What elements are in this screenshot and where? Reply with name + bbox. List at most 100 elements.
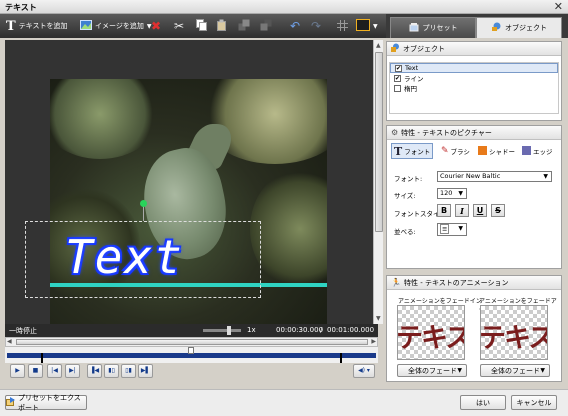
text-object[interactable]: Text bbox=[65, 230, 184, 284]
object-item-ellipse[interactable]: 楕円 bbox=[390, 83, 558, 93]
cancel-button[interactable]: キャンセル bbox=[511, 395, 557, 410]
next-frame-button[interactable]: ▶| bbox=[65, 364, 80, 378]
timeline-start-marker[interactable] bbox=[41, 353, 43, 363]
video-preview[interactable]: Text bbox=[5, 40, 373, 326]
copy-icon bbox=[196, 19, 207, 33]
zoom-slider-thumb[interactable] bbox=[227, 326, 231, 335]
chevron-down-icon[interactable]: ▼ bbox=[373, 23, 378, 30]
objects-panel-header: オブジェクト bbox=[387, 42, 561, 56]
window-title: テキスト bbox=[5, 3, 37, 12]
animation-panel-title: 特性 - テキストのアニメーション bbox=[403, 278, 509, 287]
preview-vertical-scrollbar[interactable]: ▲ ▼ bbox=[373, 40, 383, 324]
checkbox-checked[interactable]: ✔ bbox=[395, 64, 402, 72]
rotate-handle-line bbox=[143, 206, 144, 221]
time-separator: / bbox=[320, 326, 323, 334]
text-animation-panel: 🏃 特性 - テキストのアニメーション アニメーションをフェードイン アニメーシ… bbox=[386, 275, 562, 382]
animation-runner-icon: 🏃 bbox=[391, 278, 401, 287]
send-backward-button[interactable] bbox=[260, 18, 272, 34]
fade-out-select[interactable]: 全体のフェード ▼ bbox=[480, 364, 550, 377]
strikethrough-button[interactable]: S bbox=[491, 204, 505, 217]
background-color-button[interactable]: ▼ bbox=[356, 18, 378, 34]
close-icon[interactable]: ✕ bbox=[554, 0, 563, 13]
align-left-button[interactable]: ▮▯ bbox=[104, 364, 119, 378]
objects-list: ✔ Text ✔ ライン 楕円 bbox=[389, 62, 559, 114]
tab-preset[interactable]: プリセット bbox=[390, 17, 476, 38]
skip-forward-icon: ▶| bbox=[69, 367, 76, 374]
align-right-button[interactable]: ▯▮ bbox=[121, 364, 136, 378]
scrollbar-thumb[interactable] bbox=[16, 339, 368, 345]
objects-panel-title: オブジェクト bbox=[403, 44, 445, 53]
title-bar: テキスト ✕ bbox=[0, 0, 568, 14]
current-time: 00:00:30.000 bbox=[276, 326, 324, 334]
volume-button[interactable]: ◀) ▾ bbox=[353, 364, 375, 378]
undo-button[interactable]: ↶ bbox=[290, 18, 300, 34]
scroll-left-icon[interactable]: ◀ bbox=[7, 338, 12, 345]
subtab-shadow[interactable]: シャドー bbox=[476, 143, 517, 159]
fade-out-value: 全体のフェード bbox=[491, 366, 540, 375]
bold-button[interactable]: B bbox=[437, 204, 451, 217]
timeline-track[interactable] bbox=[5, 347, 378, 363]
subtab-edge[interactable]: エッジ bbox=[520, 143, 555, 159]
scroll-right-icon[interactable]: ▶ bbox=[371, 338, 376, 345]
image-icon bbox=[80, 20, 92, 32]
delete-button[interactable]: ✖ bbox=[151, 18, 161, 34]
object-item-label: Text bbox=[405, 64, 419, 72]
fade-out-preview-text: テキスト bbox=[480, 323, 547, 354]
add-text-button[interactable]: T テキストを追加 bbox=[6, 18, 67, 34]
cancel-label: キャンセル bbox=[516, 398, 552, 407]
font-select[interactable]: Courier New Baltic ▼ bbox=[437, 171, 552, 182]
text-properties-panel: ⚙ 特性 - テキストのピクチャー T フォント ✎ ブラシ シャドー エッジ … bbox=[386, 125, 562, 269]
previous-frame-button[interactable]: |◀ bbox=[47, 364, 62, 378]
stop-icon: ■ bbox=[32, 367, 39, 374]
underline-button[interactable]: U bbox=[473, 204, 487, 217]
stop-button[interactable]: ■ bbox=[28, 364, 43, 378]
fade-in-preview[interactable]: テキスト bbox=[397, 305, 465, 360]
scroll-down-icon[interactable]: ▼ bbox=[376, 315, 381, 322]
preview-horizontal-scrollbar[interactable]: ◀ ▶ bbox=[5, 337, 378, 347]
add-image-label: イメージを追加 bbox=[95, 22, 144, 30]
italic-button[interactable]: I bbox=[455, 204, 469, 217]
layer-down-icon bbox=[260, 19, 272, 33]
fade-in-select[interactable]: 全体のフェード ▼ bbox=[397, 364, 467, 377]
font-icon: T bbox=[394, 144, 403, 158]
copy-button[interactable] bbox=[196, 18, 207, 34]
rotate-handle[interactable] bbox=[140, 200, 147, 207]
grid-button[interactable] bbox=[337, 18, 348, 34]
object-item-label: ライン bbox=[404, 75, 424, 83]
object-item-line[interactable]: ✔ ライン bbox=[390, 73, 558, 83]
scroll-up-icon[interactable]: ▲ bbox=[376, 42, 381, 49]
tab-label: プリセット bbox=[422, 24, 458, 32]
play-button[interactable]: ▶ bbox=[10, 364, 25, 378]
set-start-button[interactable]: ▐◀ bbox=[87, 364, 102, 378]
checkbox-checked[interactable]: ✔ bbox=[394, 74, 401, 82]
brush-icon: ✎ bbox=[441, 146, 449, 156]
subtab-font[interactable]: T フォント bbox=[391, 143, 434, 159]
fade-out-preview[interactable]: テキスト bbox=[480, 305, 548, 360]
redo-button[interactable]: ↷ bbox=[311, 18, 321, 34]
tab-object[interactable]: オブジェクト bbox=[476, 17, 562, 38]
chevron-down-icon: ▼ bbox=[543, 173, 548, 180]
align-center-icon: ≡ bbox=[440, 224, 450, 234]
bring-forward-button[interactable] bbox=[238, 18, 250, 34]
objects-panel-icon bbox=[391, 43, 400, 54]
object-item-text[interactable]: ✔ Text bbox=[390, 63, 558, 73]
paste-button[interactable] bbox=[216, 18, 227, 34]
zoom-slider[interactable] bbox=[203, 326, 241, 335]
playhead[interactable] bbox=[188, 347, 194, 354]
timeline-end-marker[interactable] bbox=[340, 353, 342, 363]
export-preset-button[interactable]: プリセットをエクスポート bbox=[5, 394, 87, 412]
scrollbar-thumb[interactable] bbox=[375, 52, 383, 232]
font-value: Courier New Baltic bbox=[440, 172, 501, 180]
ok-button[interactable]: はい bbox=[460, 395, 506, 410]
align-select[interactable]: ≡ ▼ bbox=[437, 223, 467, 236]
checkbox-unchecked[interactable] bbox=[394, 84, 401, 92]
skip-back-icon: |◀ bbox=[51, 367, 58, 374]
export-icon bbox=[6, 397, 15, 408]
add-image-button[interactable]: イメージを追加 ▼ bbox=[80, 18, 152, 34]
size-select[interactable]: 120 ▼ bbox=[437, 188, 467, 199]
play-icon: ▶ bbox=[15, 367, 20, 374]
subtab-brush[interactable]: ✎ ブラシ bbox=[439, 143, 472, 159]
chevron-down-icon: ▼ bbox=[458, 190, 463, 197]
cut-button[interactable]: ✂ bbox=[174, 18, 184, 34]
set-end-button[interactable]: ▶▌ bbox=[138, 364, 153, 378]
